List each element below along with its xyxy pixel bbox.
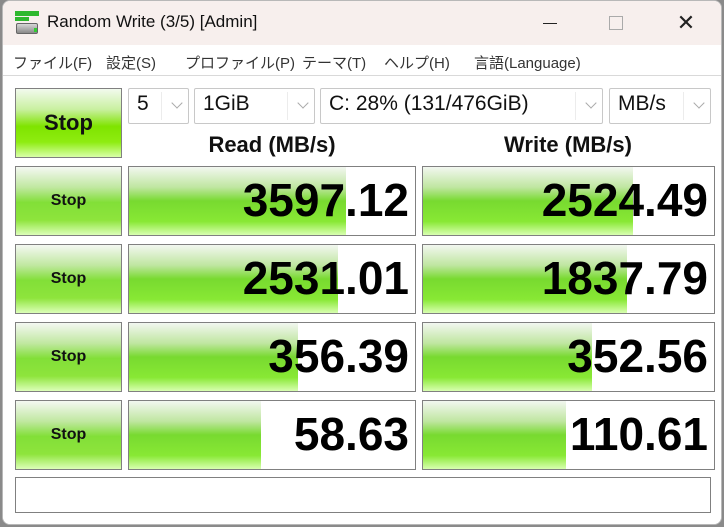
drive-select[interactable]: C: 28% (131/476GiB) (320, 88, 603, 124)
read-value: 58.63 (293, 408, 409, 460)
drive-value: C: 28% (131/476GiB) (329, 92, 529, 115)
read-header: Read (MB/s) (208, 132, 336, 157)
close-icon: ✕ (676, 10, 696, 35)
read-result-cell: 58.63 (128, 400, 416, 470)
maximize-button[interactable] (593, 1, 639, 45)
test-count-value: 5 (137, 92, 149, 115)
read-value: 3597.12 (242, 174, 409, 226)
test-count-select[interactable]: 5 (128, 88, 189, 124)
write-result-cell: 2524.49 (422, 166, 715, 236)
menu-theme[interactable]: テーマ(T) (302, 52, 366, 73)
write-progress-bar (423, 401, 566, 469)
chevron-down-icon (297, 97, 309, 109)
read-progress-bar (129, 401, 261, 469)
stop-button-row-4[interactable]: Stop (15, 400, 122, 470)
status-bar (15, 477, 711, 513)
close-button[interactable]: ✕ (663, 1, 709, 45)
menu-bar: ファイル(F) 設定(S) プロファイル(P) テーマ(T) ヘルプ(H) 言語… (3, 45, 721, 76)
unit-value: MB/s (618, 92, 666, 115)
minimize-button[interactable] (527, 1, 573, 45)
write-header: Write (MB/s) (504, 132, 632, 157)
maximize-icon (609, 16, 623, 30)
stop-button-row-1[interactable]: Stop (15, 166, 122, 236)
read-result-cell: 356.39 (128, 322, 416, 392)
title-bar[interactable]: Random Write (3/5) [Admin] ✕ (3, 1, 721, 45)
read-value: 356.39 (268, 330, 409, 382)
stop-button-row-2[interactable]: Stop (15, 244, 122, 314)
window-title: Random Write (3/5) [Admin] (47, 12, 258, 31)
chevron-down-icon (693, 97, 705, 109)
menu-language[interactable]: 言語(Language) (474, 52, 581, 73)
read-result-cell: 2531.01 (128, 244, 416, 314)
app-window: Random Write (3/5) [Admin] ✕ ファイル(F) 設定(… (2, 0, 722, 525)
minimize-icon (543, 22, 557, 24)
chevron-down-icon (585, 97, 597, 109)
write-value: 352.56 (567, 330, 708, 382)
write-result-cell: 110.61 (422, 400, 715, 470)
disk-icon (15, 11, 41, 35)
menu-file[interactable]: ファイル(F) (13, 52, 92, 73)
read-result-cell: 3597.12 (128, 166, 416, 236)
write-value: 110.61 (569, 408, 708, 460)
chevron-down-icon (171, 97, 183, 109)
test-size-value: 1GiB (203, 92, 250, 115)
write-result-cell: 1837.79 (422, 244, 715, 314)
stop-all-button[interactable]: Stop (15, 88, 122, 158)
unit-select[interactable]: MB/s (609, 88, 711, 124)
write-value: 1837.79 (541, 252, 708, 304)
menu-profile[interactable]: プロファイル(P) (185, 52, 295, 73)
menu-settings[interactable]: 設定(S) (106, 52, 156, 73)
write-result-cell: 352.56 (422, 322, 715, 392)
read-value: 2531.01 (242, 252, 409, 304)
stop-button-row-3[interactable]: Stop (15, 322, 122, 392)
menu-help[interactable]: ヘルプ(H) (384, 52, 450, 73)
test-size-select[interactable]: 1GiB (194, 88, 315, 124)
write-value: 2524.49 (541, 174, 708, 226)
benchmark-panel: Stop 5 1GiB C: 28% (131/476GiB) MB/s Rea… (3, 76, 721, 524)
